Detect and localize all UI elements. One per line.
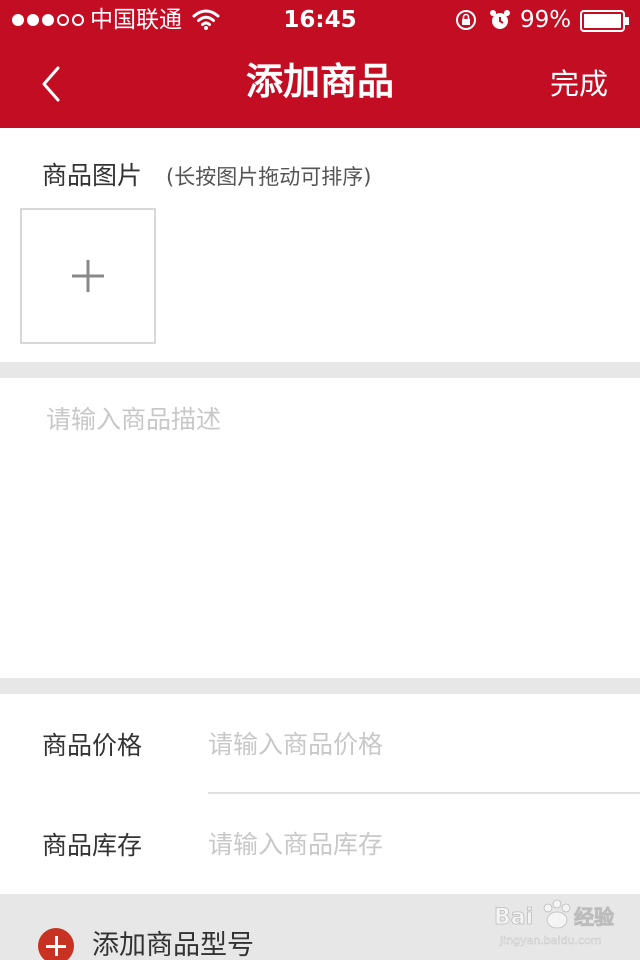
stock-input[interactable] — [208, 822, 608, 866]
add-product-screen: 中国联通 16:45 99% 添加商品 完成 商品图片 (长按图片拖动可排序) … — [0, 0, 640, 960]
chevron-left-icon — [42, 66, 60, 102]
price-label: 商品价格 — [42, 731, 143, 760]
photos-sort-hint: (长按图片拖动可排序) — [166, 165, 372, 189]
add-model-label: 添加商品型号 — [92, 930, 254, 960]
price-row: 商品价格 — [0, 694, 640, 794]
done-button[interactable]: 完成 — [550, 62, 608, 106]
battery-percent: 99% — [520, 7, 572, 33]
description-input[interactable] — [46, 400, 606, 660]
add-photo-button[interactable] — [20, 208, 156, 344]
plus-circle-icon — [38, 928, 74, 960]
description-section — [0, 378, 640, 678]
app-header: 中国联通 16:45 99% 添加商品 完成 — [0, 0, 640, 128]
plus-icon — [72, 260, 104, 292]
status-bar: 中国联通 16:45 99% — [0, 0, 640, 40]
alarm-icon — [490, 10, 510, 29]
photos-title: 商品图片 — [42, 161, 143, 190]
battery-icon — [580, 10, 629, 32]
add-model-section: 添加商品型号 — [0, 894, 640, 960]
stock-label: 商品库存 — [42, 831, 143, 860]
product-photos-section: 商品图片 (长按图片拖动可排序) — [0, 128, 640, 362]
page-title: 添加商品 — [246, 60, 394, 103]
back-button[interactable] — [36, 62, 72, 106]
rotation-lock-icon — [456, 10, 476, 30]
add-model-button[interactable]: 添加商品型号 — [38, 926, 254, 960]
section-divider — [0, 362, 640, 378]
price-stock-form: 商品价格 商品库存 — [0, 694, 640, 894]
price-input[interactable] — [208, 722, 608, 766]
section-divider — [0, 678, 640, 694]
stock-row: 商品库存 — [0, 794, 640, 894]
